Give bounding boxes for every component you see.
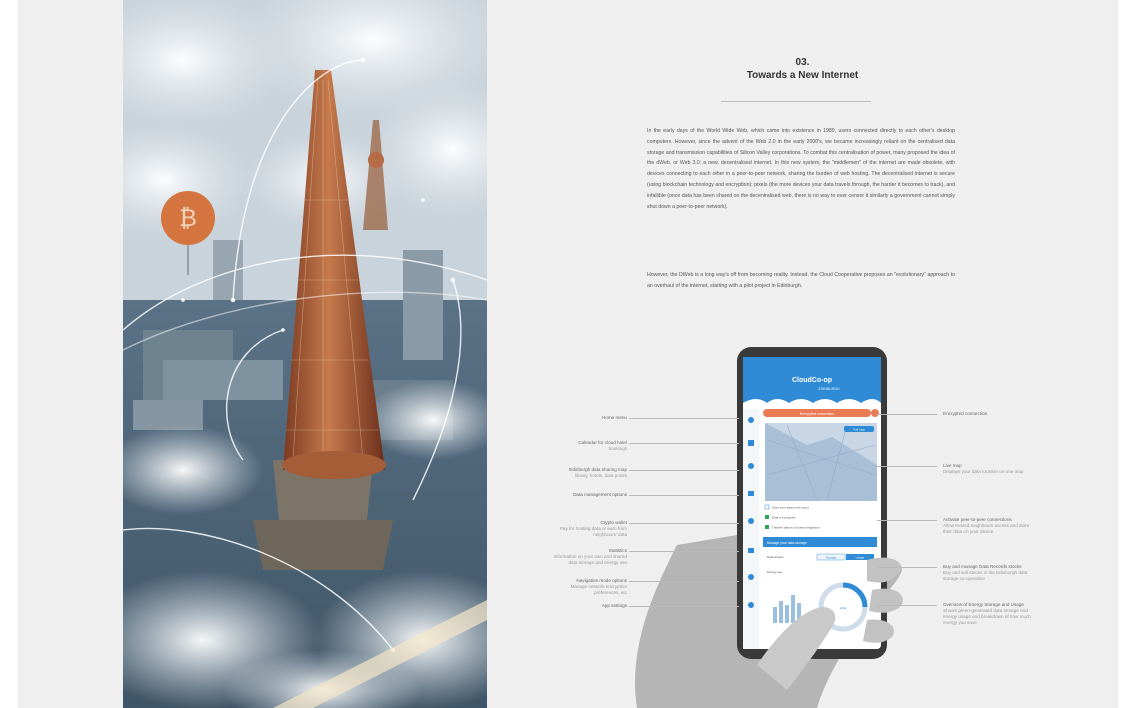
label-crypto-wallet: Crypto wallet Pay for hosting data or ear… bbox=[559, 520, 627, 537]
body-paragraph: However, the DWeb is a long way's off fr… bbox=[647, 272, 955, 289]
body-paragraph: In the early days of the World Wide Web,… bbox=[647, 128, 955, 210]
label-live-map: Live map Displays your data location on o… bbox=[943, 463, 1024, 474]
label-peer-to-peer: Activate peer-to-peer connections Allow t… bbox=[943, 517, 1030, 534]
navigation-icon bbox=[748, 574, 754, 580]
settings-icon bbox=[748, 602, 754, 608]
segment-storage: Storage bbox=[826, 555, 837, 559]
label-sharing-map: Edinburgh data sharing map library, hotel… bbox=[569, 467, 627, 478]
text-column: 03. Towards a New Internet In the early … bbox=[487, 0, 1118, 708]
app-title: CloudCo-op bbox=[792, 377, 832, 384]
app-subtitle: EDINBURGH bbox=[818, 387, 839, 391]
map-icon bbox=[748, 463, 754, 469]
label-energy-overview: Overview of Energy Storage and Usage Show… bbox=[943, 602, 1031, 625]
section-number: 03. bbox=[795, 57, 810, 68]
calendar-icon bbox=[748, 440, 754, 446]
checkbox-label: Store your data in the cloud bbox=[772, 506, 809, 510]
stats-icon bbox=[748, 548, 754, 553]
svg-text:Manage your data storage: Manage your data storage bbox=[767, 541, 807, 545]
page-spread: ₿ 03. Towards a New Internet In the earl… bbox=[18, 0, 1118, 708]
title-divider bbox=[721, 101, 871, 102]
phone-illustration: CloudCo-op EDINBURGH Encrypted connectio… bbox=[635, 347, 903, 708]
artwork-svg: ₿ bbox=[123, 0, 487, 708]
segment-usage: Usage bbox=[856, 555, 865, 559]
label-statistics: Statistics Information on your own and sh… bbox=[553, 548, 627, 565]
svg-text:LIVE: LIVE bbox=[840, 606, 847, 610]
section-title: Towards a New Internet bbox=[746, 70, 859, 81]
checkbox-label: Data is encrypted bbox=[772, 516, 796, 520]
cloud-tower-artwork: ₿ bbox=[123, 0, 487, 708]
label-data-management: Data management options bbox=[573, 492, 627, 497]
full-map-button: Full map bbox=[853, 428, 865, 432]
svg-text:Data shared: Data shared bbox=[767, 555, 784, 559]
label-calendar: Calendar for cloud hotel bookings bbox=[578, 440, 627, 451]
home-icon bbox=[748, 417, 754, 423]
svg-text:Encrypted connection: Encrypted connection bbox=[800, 412, 835, 416]
label-encrypted-connection: Encrypted connection bbox=[943, 411, 988, 416]
label-home-menu: Home menu bbox=[601, 415, 627, 420]
data-icon bbox=[748, 491, 754, 496]
label-app-settings: App settings bbox=[601, 603, 627, 608]
checkbox-label: Transfer data to a trusted neighbour bbox=[772, 526, 820, 530]
wallet-icon bbox=[748, 518, 754, 524]
label-data-records: Buy and manage Data Records stocks Buy an… bbox=[943, 564, 1028, 581]
bitcoin-glyph: ₿ bbox=[179, 204, 197, 232]
svg-text:Energy use: Energy use bbox=[767, 570, 783, 574]
label-navigation-mode: Navigation mode options Manage network en… bbox=[570, 578, 627, 595]
